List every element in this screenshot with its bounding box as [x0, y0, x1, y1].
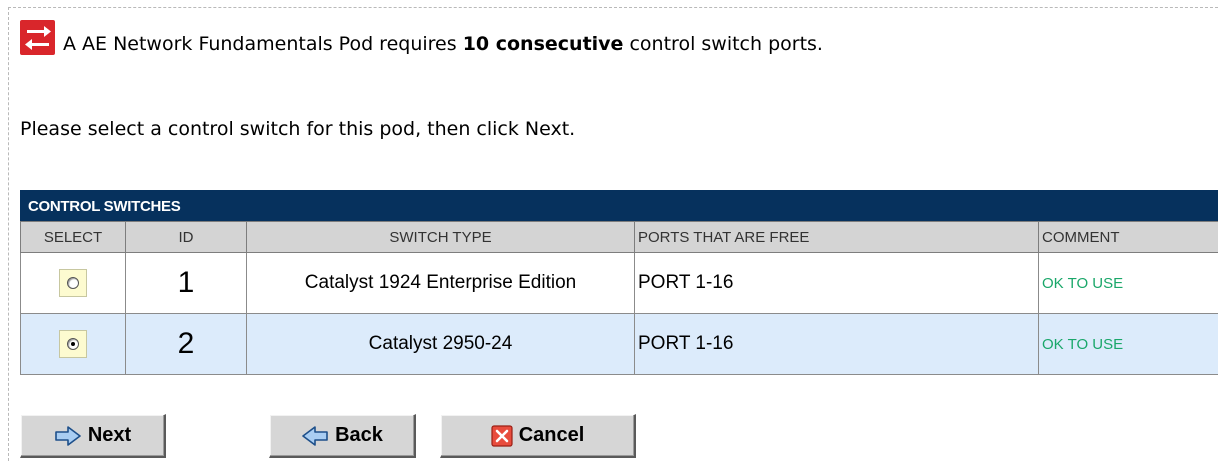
frame-border-left: [8, 7, 9, 461]
cancel-x-icon: [491, 424, 513, 447]
requirement-port-count: 10 consecutive: [462, 33, 624, 55]
requirement-text-before: A AE Network Fundamentals Pod requires: [63, 33, 457, 55]
next-button-label: Next: [87, 424, 132, 446]
header-ports-free: PORTS THAT ARE FREE: [634, 221, 1039, 253]
comment: OK TO USE: [1038, 313, 1218, 375]
switch-list: SELECT ID SWITCH TYPE PORTS THAT ARE FRE…: [20, 221, 1218, 375]
radio-unchecked-icon: [67, 277, 79, 289]
header-id: ID: [125, 221, 247, 253]
select-radio-2[interactable]: [59, 330, 87, 358]
radio-checked-icon: [67, 338, 79, 350]
next-button[interactable]: Next: [20, 414, 166, 458]
select-cell: [20, 313, 126, 375]
ports-free: PORT 1-16: [634, 252, 1039, 314]
cancel-button[interactable]: Cancel: [440, 414, 636, 458]
frame-border-top: [8, 7, 1218, 8]
cancel-button-label: Cancel: [518, 424, 585, 446]
table-row[interactable]: 1 Catalyst 1924 Enterprise Edition PORT …: [20, 252, 1218, 314]
requirement-text-after: control switch ports.: [629, 33, 823, 55]
switch-type: Catalyst 1924 Enterprise Edition: [246, 252, 635, 314]
header-switch-type: SWITCH TYPE: [246, 221, 635, 253]
select-radio-1[interactable]: [59, 269, 87, 297]
back-button[interactable]: Back: [269, 414, 416, 458]
table-title: CONTROL SWITCHES: [20, 190, 1218, 221]
ports-free: PORT 1-16: [634, 313, 1039, 375]
pod-requirement-message: A AE Network Fundamentals Pod requires 1…: [20, 20, 823, 55]
header-comment: COMMENT: [1038, 221, 1218, 253]
table-row[interactable]: 2 Catalyst 2950-24 PORT 1-16 OK TO USE: [20, 313, 1218, 375]
switch-type: Catalyst 2950-24: [246, 313, 635, 375]
requirement-text: A AE Network Fundamentals Pod requires 1…: [63, 33, 823, 55]
switch-id: 1: [125, 252, 247, 314]
table-header-row: SELECT ID SWITCH TYPE PORTS THAT ARE FRE…: [20, 221, 1218, 253]
back-button-label: Back: [335, 424, 383, 446]
select-cell: [20, 252, 126, 314]
switch-arrows-icon: [20, 20, 55, 55]
arrow-right-icon: [55, 425, 81, 446]
header-select: SELECT: [20, 221, 126, 253]
switch-id: 2: [125, 313, 247, 375]
control-switches-table: CONTROL SWITCHES SELECT ID SWITCH TYPE P…: [20, 190, 1218, 375]
instruction-text: Please select a control switch for this …: [20, 118, 576, 140]
comment: OK TO USE: [1038, 252, 1218, 314]
arrow-left-icon: [302, 425, 328, 446]
